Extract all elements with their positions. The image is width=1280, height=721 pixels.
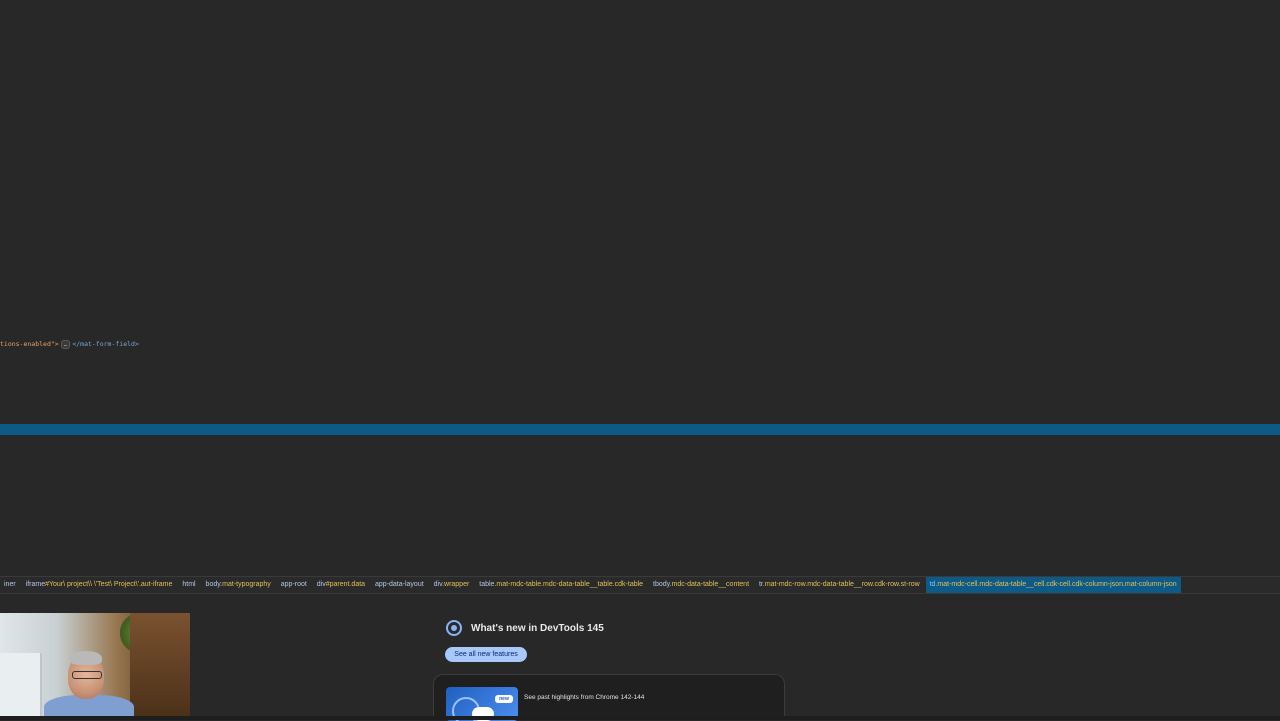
dom-tree-line[interactable]: tions-enabled">… </mat-form-field>	[0, 338, 139, 350]
elements-dom-tree: tions-enabled">… </mat-form-field>	[0, 0, 1280, 424]
breadcrumb-item[interactable]: html	[178, 577, 199, 593]
webcam-shelf	[130, 613, 190, 720]
new-badge: new	[495, 695, 513, 703]
attribute-value: tions-enabled">	[0, 340, 59, 348]
breadcrumb-item[interactable]: app-data-layout	[371, 577, 428, 593]
past-highlights-card[interactable]: new See past highlights from Chrome 142-…	[433, 674, 785, 721]
breadcrumb-item[interactable]: tr.mat-mdc-row.mdc-data-table__row.cdk-r…	[755, 577, 924, 593]
whats-new-title: What's new in DevTools 145	[471, 622, 604, 634]
whats-new-header: What's new in DevTools 145	[446, 619, 604, 637]
breadcrumb-item[interactable]: iner	[0, 577, 20, 593]
closing-tag: </mat-form-field>	[72, 340, 139, 348]
see-all-features-button[interactable]: See all new features	[445, 647, 527, 662]
breadcrumb-item[interactable]: iframe#Your\ project\\ \'Test\ Project\'…	[22, 577, 177, 593]
breadcrumb: iner iframe#Your\ project\\ \'Test\ Proj…	[0, 576, 1280, 593]
chrome-devtools-icon	[446, 620, 462, 636]
webcam-person-hair	[70, 651, 102, 665]
webcam-overlay	[0, 613, 190, 720]
expand-ellipsis-button[interactable]: …	[60, 339, 71, 349]
breadcrumb-item[interactable]: div#parent.data	[313, 577, 369, 593]
breadcrumb-item[interactable]: tbody.mdc-data-table__content	[649, 577, 753, 593]
bottom-edge	[0, 716, 1280, 720]
breadcrumb-item[interactable]: app-root	[277, 577, 311, 593]
dom-tree-lower	[0, 435, 1280, 576]
past-highlights-text: See past highlights from Chrome 142-144	[524, 694, 645, 701]
breadcrumb-item[interactable]: table.mat-mdc-table.mdc-data-table__tabl…	[475, 577, 647, 593]
breadcrumb-item[interactable]: body.mat-typography	[202, 577, 275, 593]
webcam-window-bg	[0, 653, 42, 720]
breadcrumb-item-active[interactable]: td.mat-mdc-cell.mdc-data-table__cell.cdk…	[925, 577, 1181, 593]
selected-node-highlight[interactable]	[0, 424, 1280, 435]
webcam-person-glasses	[72, 671, 102, 679]
breadcrumb-item[interactable]: div.wrapper	[430, 577, 474, 593]
